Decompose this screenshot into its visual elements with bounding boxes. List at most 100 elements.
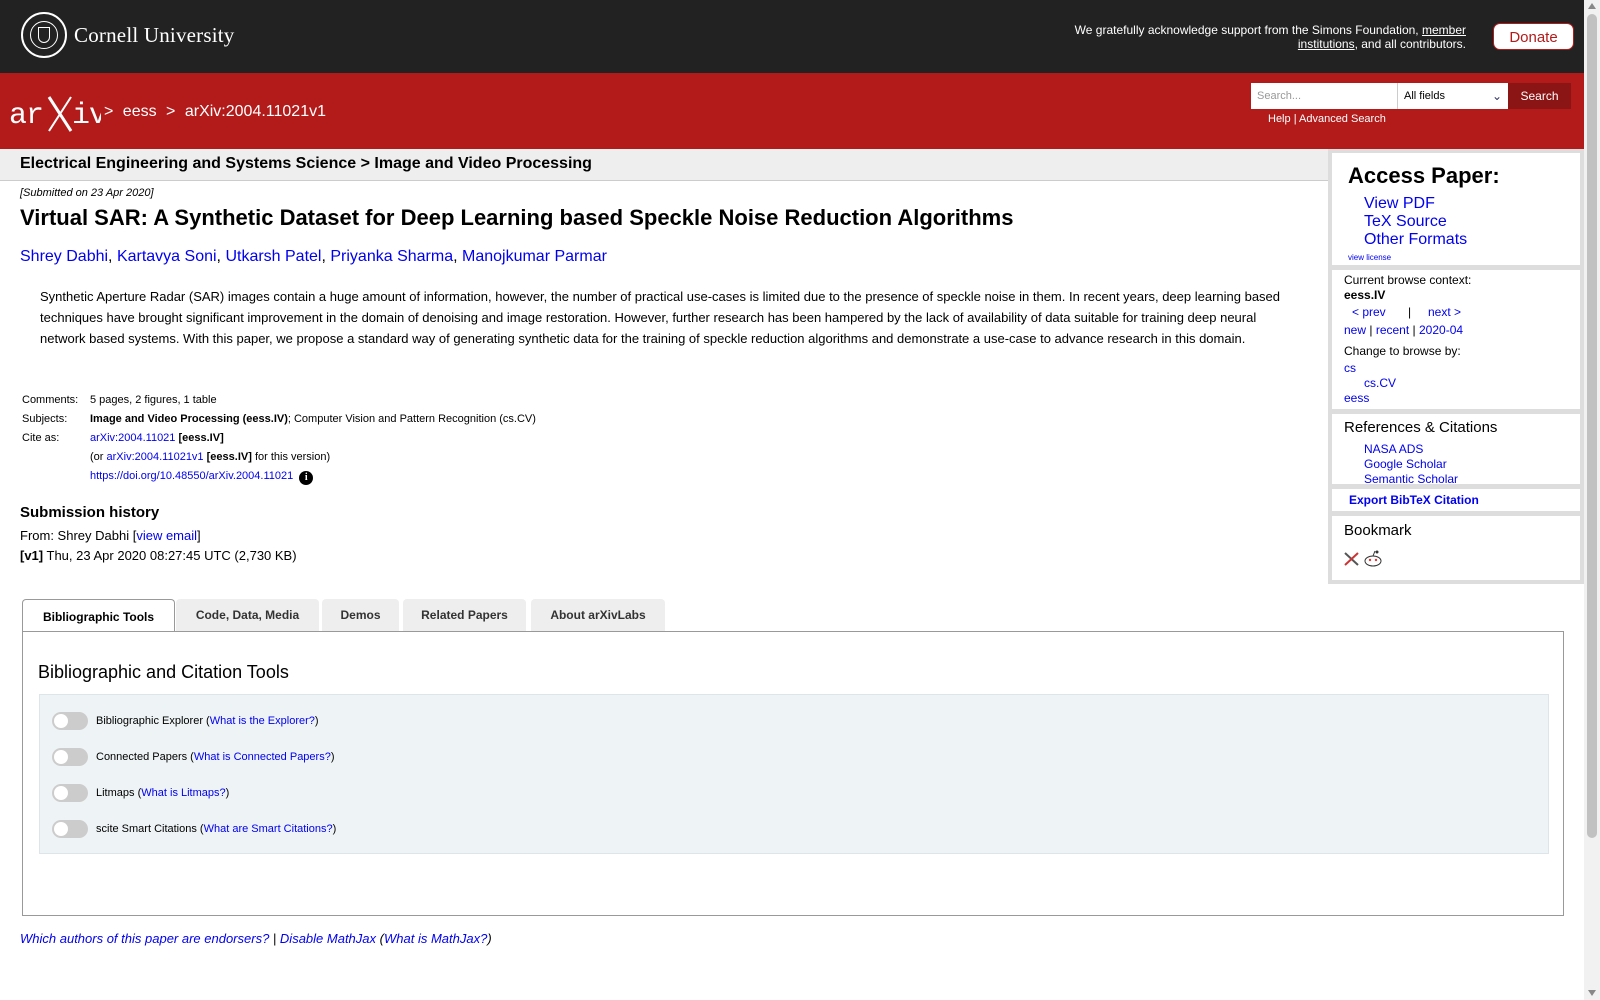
- new-link[interactable]: new: [1344, 323, 1366, 337]
- vertical-scrollbar[interactable]: [1584, 0, 1600, 1000]
- next-link[interactable]: next >: [1428, 305, 1461, 319]
- other-formats-link[interactable]: Other Formats: [1364, 231, 1467, 249]
- scroll-down-icon[interactable]: [1588, 990, 1596, 996]
- author-link[interactable]: Kartavya Soni: [117, 248, 217, 265]
- info-icon[interactable]: i: [299, 471, 314, 485]
- tab-demos[interactable]: Demos: [322, 599, 399, 631]
- tab-code-data-media[interactable]: Code, Data, Media: [176, 599, 319, 631]
- view-pdf-link[interactable]: View PDF: [1364, 195, 1435, 213]
- what-is-link[interactable]: What is Litmaps?: [141, 787, 225, 799]
- author-link[interactable]: Priyanka Sharma: [330, 248, 453, 265]
- author-link[interactable]: Manojkumar Parmar: [462, 248, 607, 265]
- tab-bibliographic-tools[interactable]: Bibliographic Tools: [22, 599, 175, 634]
- endorsers-link[interactable]: Which authors of this paper are endorser…: [20, 931, 269, 946]
- search-field-select[interactable]: All fields ⌄: [1397, 83, 1508, 109]
- subjects-label: Subjects:: [22, 413, 68, 425]
- what-is-link[interactable]: What is the Explorer?: [210, 715, 315, 727]
- author-list: Shrey Dabhi, Kartavya Soni, Utkarsh Pate…: [20, 248, 607, 265]
- toggle-switch[interactable]: [52, 712, 88, 730]
- tool-scite: scite Smart Citations (What are Smart Ci…: [52, 819, 336, 839]
- arxiv-header: ar iv > eess > arXiv:2004.11021v1 Search…: [0, 73, 1584, 149]
- access-paper-box: Access Paper: View PDF TeX Source Other …: [1332, 153, 1580, 265]
- access-heading: Access Paper:: [1348, 163, 1500, 188]
- cite-version-link[interactable]: arXiv:2004.11021v1: [107, 451, 204, 463]
- tool-bibliographic-explorer: Bibliographic Explorer (What is the Expl…: [52, 711, 319, 731]
- search-links: Help | Advanced Search: [1268, 113, 1386, 125]
- breadcrumb-eess[interactable]: eess: [123, 103, 157, 120]
- month-link[interactable]: 2020-04: [1419, 323, 1463, 337]
- context-label: Current browse context:: [1344, 273, 1472, 287]
- right-sidebar: Access Paper: View PDF TeX Source Other …: [1328, 149, 1584, 584]
- toggle-switch[interactable]: [52, 784, 88, 802]
- export-bibtex-link[interactable]: Export BibTeX Citation: [1349, 493, 1479, 507]
- cornell-seal-icon: [21, 12, 67, 58]
- arxiv-logo[interactable]: ar iv: [9, 93, 101, 133]
- cornell-logo[interactable]: Cornell University: [21, 12, 235, 58]
- recent-link[interactable]: recent: [1376, 323, 1409, 337]
- scroll-up-icon[interactable]: [1588, 3, 1596, 9]
- panel-title: Bibliographic and Citation Tools: [38, 662, 289, 682]
- tab-related-papers[interactable]: Related Papers: [403, 599, 526, 631]
- refs-heading: References & Citations: [1344, 419, 1498, 436]
- browse-cs-link[interactable]: cs: [1344, 361, 1356, 375]
- toggle-switch[interactable]: [52, 820, 88, 838]
- footer-links: Which authors of this paper are endorser…: [20, 931, 492, 946]
- tab-panel: Bibliographic and Citation Tools Bibliog…: [22, 631, 1564, 916]
- tex-source-link[interactable]: TeX Source: [1364, 213, 1447, 231]
- toggle-switch[interactable]: [52, 748, 88, 766]
- paper-title: Virtual SAR: A Synthetic Dataset for Dee…: [20, 205, 1014, 230]
- view-license-link[interactable]: view license: [1348, 253, 1391, 262]
- search-button[interactable]: Search: [1508, 83, 1571, 109]
- breadcrumb: > eess > arXiv:2004.11021v1: [104, 103, 326, 120]
- cite-value: arXiv:2004.11021 [eess.IV]: [90, 432, 224, 444]
- tools-list: Bibliographic Explorer (What is the Expl…: [39, 694, 1549, 854]
- disable-mathjax-link[interactable]: Disable MathJax: [280, 931, 376, 946]
- advanced-search-link[interactable]: Advanced Search: [1299, 113, 1386, 125]
- scroll-thumb[interactable]: [1587, 14, 1597, 838]
- support-acknowledgement: We gratefully acknowledge support from t…: [1074, 23, 1466, 51]
- cornell-header: Cornell University We gratefully acknowl…: [0, 0, 1584, 73]
- submitter: From: Shrey Dabhi [view email]: [20, 528, 201, 543]
- what-is-mathjax-link[interactable]: What is MathJax?: [384, 931, 487, 946]
- change-browse-label: Change to browse by:: [1344, 344, 1461, 358]
- breadcrumb-paper-id: arXiv:2004.11021v1: [184, 103, 326, 120]
- donate-button[interactable]: Donate: [1493, 23, 1574, 50]
- reddit-icon[interactable]: [1364, 550, 1382, 567]
- svg-text:ar: ar: [9, 99, 43, 133]
- browse-cscv-link[interactable]: cs.CV: [1364, 376, 1396, 390]
- bookmark-icons: [1344, 550, 1382, 567]
- google-scholar-link[interactable]: Google Scholar: [1364, 457, 1447, 471]
- version-entry: [v1] Thu, 23 Apr 2020 08:27:45 UTC (2,73…: [20, 548, 297, 563]
- tool-litmaps: Litmaps (What is Litmaps?): [52, 783, 229, 803]
- what-is-link[interactable]: What are Smart Citations?: [204, 823, 333, 835]
- cite-id-link[interactable]: arXiv:2004.11021: [90, 432, 175, 444]
- metadata-table: Comments: 5 pages, 2 figures, 1 table Su…: [22, 394, 544, 489]
- category-bar: Electrical Engineering and Systems Scien…: [0, 149, 1328, 181]
- tool-connected-papers: Connected Papers (What is Connected Pape…: [52, 747, 335, 767]
- help-link[interactable]: Help: [1268, 113, 1291, 125]
- bookmark-box: Bookmark: [1332, 516, 1580, 580]
- browse-context-box: Current browse context: eess.IV < prev |…: [1332, 270, 1580, 409]
- cite-label: Cite as:: [22, 432, 60, 444]
- nasa-ads-link[interactable]: NASA ADS: [1364, 442, 1423, 456]
- view-email-link[interactable]: view email: [136, 528, 197, 543]
- search-input[interactable]: Search...: [1251, 83, 1397, 109]
- abstract: Synthetic Aperture Radar (SAR) images co…: [40, 289, 1281, 346]
- category-heading: Electrical Engineering and Systems Scien…: [20, 155, 592, 172]
- comments-label: Comments:: [22, 394, 79, 406]
- semantic-scholar-link[interactable]: Semantic Scholar: [1364, 472, 1458, 486]
- bookmark-heading: Bookmark: [1344, 522, 1412, 539]
- chevron-down-icon: ⌄: [1491, 89, 1502, 103]
- bibtex-box: Export BibTeX Citation: [1332, 489, 1580, 511]
- author-link[interactable]: Utkarsh Patel: [225, 248, 321, 265]
- cornell-name: Cornell University: [74, 22, 235, 47]
- bibsonomy-icon[interactable]: [1344, 552, 1359, 566]
- author-link[interactable]: Shrey Dabhi: [20, 248, 108, 265]
- what-is-link[interactable]: What is Connected Papers?: [194, 751, 331, 763]
- context-value: eess.IV: [1344, 288, 1386, 302]
- doi-link[interactable]: https://doi.org/10.48550/arXiv.2004.1102…: [90, 470, 293, 482]
- submission-history-heading: Submission history: [20, 504, 160, 521]
- tab-about-arxivlabs[interactable]: About arXivLabs: [531, 599, 665, 631]
- browse-eess-link[interactable]: eess: [1344, 391, 1369, 405]
- prev-link[interactable]: < prev: [1352, 305, 1386, 319]
